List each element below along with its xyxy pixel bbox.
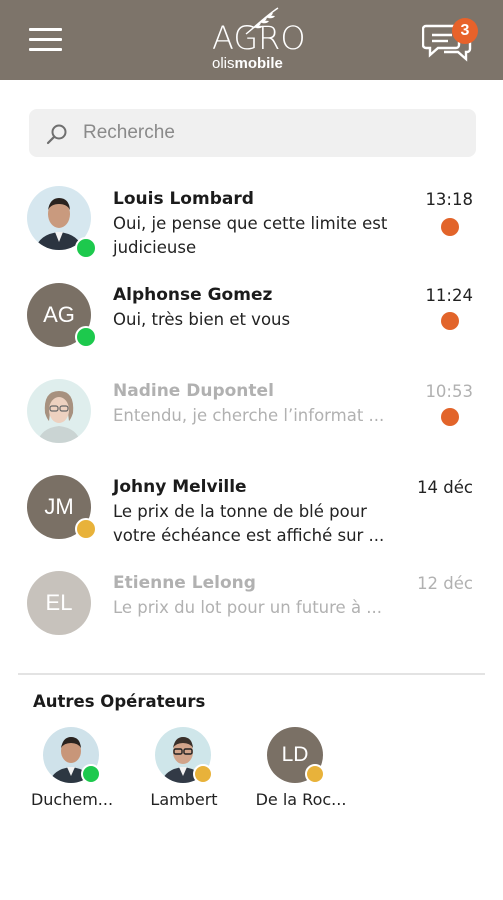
contact-name: Nadine Dupontel — [113, 381, 274, 401]
other-operators-title: Autres Opérateurs — [33, 692, 206, 711]
contact-name: Johny Melville — [113, 477, 247, 497]
app-header: AGRO olismobile 3 — [0, 0, 503, 80]
contact-name: Etienne Lelong — [113, 573, 256, 593]
logo-sub-light: olis — [212, 55, 235, 72]
logo-wordmark: AGRO — [212, 19, 306, 57]
person-photo-icon — [27, 379, 91, 443]
menu-bar — [29, 28, 62, 31]
operator-item[interactable]: Duchem... — [29, 727, 129, 813]
search-bar[interactable] — [29, 109, 476, 157]
section-divider — [18, 673, 485, 675]
status-online-dot — [75, 237, 97, 259]
conversation-item[interactable]: JM Johny Melville Le prix de la tonne de… — [0, 470, 503, 562]
logo-subtitle: olismobile — [212, 56, 283, 72]
message-time: 13:18 — [425, 190, 473, 209]
menu-bar — [29, 38, 62, 41]
last-message: Oui, très bien et vous — [113, 310, 291, 329]
operator-name: Lambert — [150, 790, 218, 809]
operator-item[interactable]: LD De la Roc... — [251, 727, 351, 813]
operator-item[interactable]: Lambert — [134, 727, 234, 813]
avatar — [27, 379, 91, 443]
conversation-item[interactable]: Louis Lombard Oui, je pense que cette li… — [0, 182, 503, 274]
last-message: Le prix de la tonne de blé pour votre éc… — [113, 502, 385, 545]
conversation-item[interactable]: Nadine Dupontel Entendu, je cherche l’in… — [0, 374, 503, 466]
logo-sub-bold: mobile — [234, 55, 283, 72]
search-icon — [46, 124, 67, 145]
contact-name: Louis Lombard — [113, 189, 254, 209]
last-message: Le prix du lot pour un future à ... — [113, 598, 383, 617]
operator-name: De la Roc... — [255, 790, 347, 809]
status-away-dot — [193, 764, 213, 784]
operator-name: Duchem... — [30, 790, 114, 809]
status-online-dot — [75, 326, 97, 348]
avatar: EL — [27, 571, 91, 635]
menu-bar — [29, 48, 62, 51]
message-time: 12 déc — [417, 574, 473, 593]
message-time: 11:24 — [425, 286, 473, 305]
message-time: 14 déc — [417, 478, 473, 497]
message-time: 10:53 — [425, 382, 473, 401]
last-message: Entendu, je cherche l’informat ... — [113, 406, 385, 425]
unread-dot — [441, 218, 459, 236]
search-input[interactable] — [83, 109, 463, 157]
status-away-dot — [75, 518, 97, 540]
conversation-item[interactable]: EL Etienne Lelong Le prix du lot pour un… — [0, 566, 503, 658]
last-message: Oui, je pense que cette limite est judic… — [113, 214, 388, 257]
unread-dot — [441, 312, 459, 330]
hamburger-menu-button[interactable] — [29, 28, 62, 52]
status-online-dot — [81, 764, 101, 784]
conversation-item[interactable]: AG Alphonse Gomez Oui, très bien et vous… — [0, 278, 503, 370]
unread-dot — [441, 408, 459, 426]
notification-badge: 3 — [452, 18, 478, 44]
contact-name: Alphonse Gomez — [113, 285, 273, 305]
status-away-dot — [305, 764, 325, 784]
app-logo: AGRO olismobile — [206, 6, 306, 74]
